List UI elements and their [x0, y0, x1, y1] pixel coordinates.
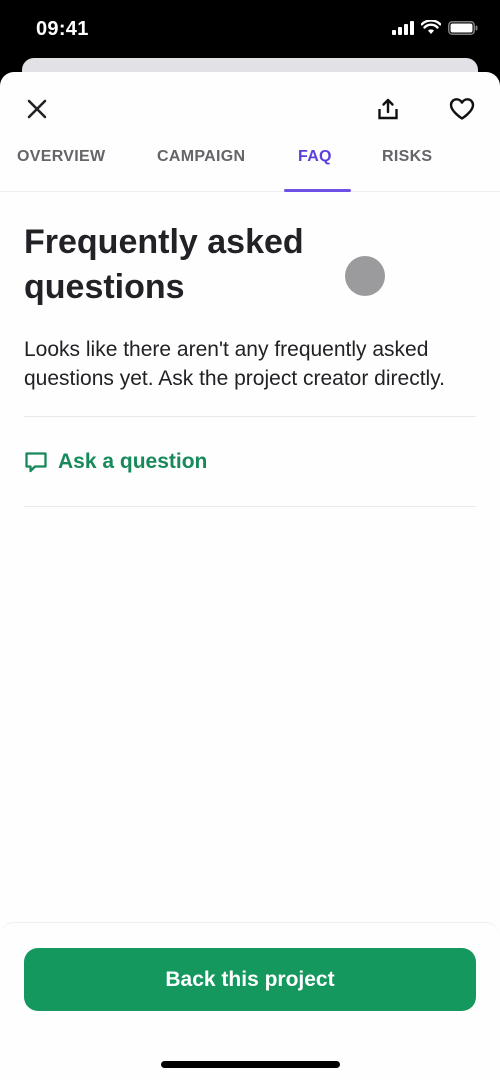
signal-icon: [392, 20, 414, 35]
home-indicator[interactable]: [161, 1061, 340, 1068]
faq-content: Frequently asked questions Looks like th…: [24, 192, 476, 507]
footer-bar: Back this project: [0, 922, 500, 1080]
close-button[interactable]: [17, 89, 57, 129]
empty-state-message: Looks like there aren't any frequently a…: [24, 338, 445, 390]
tab-overview[interactable]: OVERVIEW: [17, 148, 105, 192]
heart-icon: [449, 98, 475, 120]
favorite-button[interactable]: [442, 89, 482, 129]
tab-faq[interactable]: FAQ: [298, 148, 332, 192]
back-project-button[interactable]: Back this project: [24, 948, 476, 1011]
wifi-icon: [421, 20, 441, 34]
tab-risks[interactable]: RISKS: [382, 148, 432, 192]
close-icon: [27, 99, 47, 119]
battery-icon: [448, 20, 478, 35]
status-icons: [392, 20, 478, 35]
status-bar: 09:41: [0, 0, 500, 60]
share-icon: [378, 98, 398, 120]
chat-bubble-icon: [25, 451, 47, 472]
ask-question-link[interactable]: Ask a question: [24, 417, 476, 506]
project-sheet: OVERVIEW CAMPAIGN FAQ RISKS Frequently a…: [0, 72, 500, 1080]
page-title: Frequently asked questions: [24, 223, 304, 306]
tab-bar: OVERVIEW CAMPAIGN FAQ RISKS: [0, 142, 500, 192]
ask-question-label: Ask a question: [58, 449, 208, 473]
status-time: 09:41: [36, 18, 89, 40]
tab-campaign[interactable]: CAMPAIGN: [157, 148, 245, 192]
divider: [24, 506, 476, 507]
share-button[interactable]: [368, 89, 408, 129]
toolbar: [0, 72, 500, 142]
touch-indicator: [345, 256, 385, 296]
